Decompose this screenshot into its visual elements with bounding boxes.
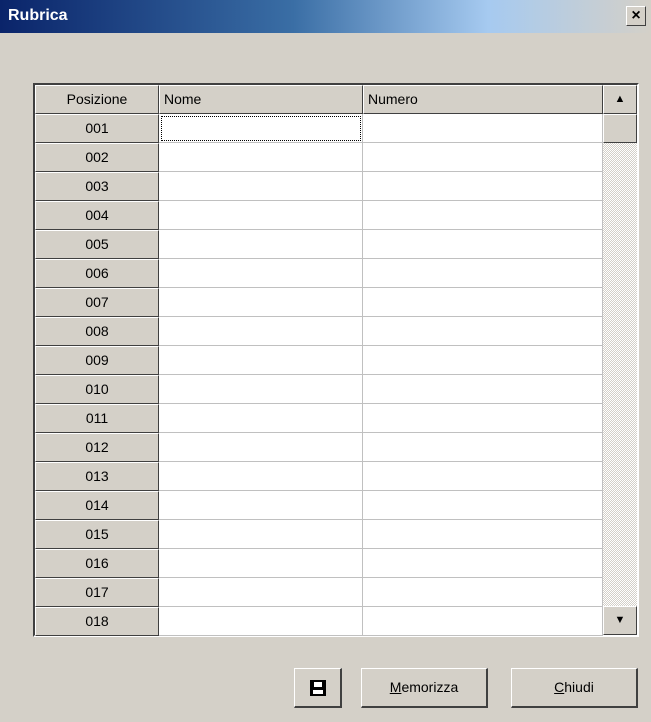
numero-cell[interactable] [363, 433, 603, 462]
chiudi-button[interactable]: Chiudi [511, 668, 638, 708]
chiudi-accelerator: C [554, 679, 565, 695]
numero-cell[interactable] [363, 317, 603, 346]
numero-cell[interactable] [363, 172, 603, 201]
table-row: 006 [35, 259, 603, 288]
scroll-down-button[interactable]: ▼ [603, 606, 637, 635]
numero-cell[interactable] [363, 201, 603, 230]
nome-cell[interactable] [159, 346, 363, 375]
row-header[interactable]: 016 [35, 549, 159, 578]
table-row: 003 [35, 172, 603, 201]
nome-cell[interactable] [159, 491, 363, 520]
title-bar: Rubrica × [0, 0, 651, 33]
numero-cell[interactable] [363, 375, 603, 404]
memorizza-accelerator: M [389, 679, 402, 695]
nome-cell[interactable] [159, 201, 363, 230]
row-header[interactable]: 009 [35, 346, 159, 375]
nome-cell[interactable] [159, 143, 363, 172]
numero-cell[interactable] [363, 143, 603, 172]
arrow-up-icon: ▲ [614, 93, 626, 105]
vertical-scrollbar[interactable]: ▲ ▼ [603, 85, 637, 635]
nome-cell[interactable] [159, 230, 363, 259]
nome-cell[interactable] [159, 375, 363, 404]
row-header[interactable]: 010 [35, 375, 159, 404]
table-row: 010 [35, 375, 603, 404]
row-header[interactable]: 013 [35, 462, 159, 491]
nome-cell[interactable] [159, 607, 363, 636]
table-row: 005 [35, 230, 603, 259]
memorizza-label: emorizza [401, 679, 459, 695]
numero-cell[interactable] [363, 462, 603, 491]
numero-cell[interactable] [363, 114, 603, 143]
nome-cell[interactable] [159, 549, 363, 578]
scroll-up-button[interactable]: ▲ [603, 85, 637, 114]
numero-cell[interactable] [363, 607, 603, 636]
row-header[interactable]: 017 [35, 578, 159, 607]
row-header[interactable]: 002 [35, 143, 159, 172]
phonebook-grid: Posizione Nome Numero 001 002 003 004 005 006… [33, 83, 639, 637]
numero-cell[interactable] [363, 549, 603, 578]
table-row: 018 [35, 607, 603, 636]
numero-cell[interactable] [363, 230, 603, 259]
window-title: Rubrica [8, 7, 68, 24]
row-header[interactable]: 005 [35, 230, 159, 259]
scroll-thumb[interactable] [603, 114, 637, 143]
column-header-posizione[interactable]: Posizione [35, 85, 159, 114]
table-row: 004 [35, 201, 603, 230]
numero-cell[interactable] [363, 491, 603, 520]
row-header[interactable]: 014 [35, 491, 159, 520]
column-header-nome[interactable]: Nome [159, 85, 363, 114]
nome-cell[interactable] [159, 172, 363, 201]
nome-cell[interactable] [159, 520, 363, 549]
numero-cell[interactable] [363, 259, 603, 288]
memorizza-button[interactable]: Memorizza [361, 668, 488, 708]
chiudi-label: hiudi [564, 679, 594, 695]
numero-cell[interactable] [363, 520, 603, 549]
nome-cell[interactable] [159, 404, 363, 433]
row-header[interactable]: 004 [35, 201, 159, 230]
table-row: 002 [35, 143, 603, 172]
row-header[interactable]: 012 [35, 433, 159, 462]
numero-cell[interactable] [363, 288, 603, 317]
nome-cell[interactable] [159, 317, 363, 346]
table-row: 013 [35, 462, 603, 491]
floppy-disk-icon [310, 680, 326, 696]
numero-cell[interactable] [363, 404, 603, 433]
table-row: 008 [35, 317, 603, 346]
nome-cell[interactable] [159, 114, 363, 143]
nome-cell[interactable] [159, 462, 363, 491]
close-icon: × [631, 7, 641, 24]
table-row: 009 [35, 346, 603, 375]
row-header[interactable]: 007 [35, 288, 159, 317]
nome-cell[interactable] [159, 259, 363, 288]
save-button[interactable] [294, 668, 342, 708]
grid-table: Posizione Nome Numero 001 002 003 004 005 006… [35, 85, 603, 636]
nome-cell[interactable] [159, 288, 363, 317]
close-button[interactable]: × [626, 6, 646, 26]
grid-header: Posizione Nome Numero [35, 85, 603, 114]
arrow-down-icon: ▼ [614, 614, 626, 626]
column-header-numero[interactable]: Numero [363, 85, 603, 114]
table-row: 012 [35, 433, 603, 462]
numero-cell[interactable] [363, 346, 603, 375]
table-row: 011 [35, 404, 603, 433]
row-header[interactable]: 003 [35, 172, 159, 201]
nome-cell[interactable] [159, 578, 363, 607]
row-header[interactable]: 011 [35, 404, 159, 433]
grid-body: 001 002 003 004 005 006 007 008 009 010 011 012 013 0… [35, 114, 603, 636]
table-row: 015 [35, 520, 603, 549]
row-header[interactable]: 008 [35, 317, 159, 346]
table-row: 001 [35, 114, 603, 143]
row-header[interactable]: 015 [35, 520, 159, 549]
numero-cell[interactable] [363, 578, 603, 607]
table-row: 014 [35, 491, 603, 520]
row-header[interactable]: 006 [35, 259, 159, 288]
table-row: 007 [35, 288, 603, 317]
row-header[interactable]: 018 [35, 607, 159, 636]
row-header[interactable]: 001 [35, 114, 159, 143]
table-row: 016 [35, 549, 603, 578]
nome-cell[interactable] [159, 433, 363, 462]
table-row: 017 [35, 578, 603, 607]
